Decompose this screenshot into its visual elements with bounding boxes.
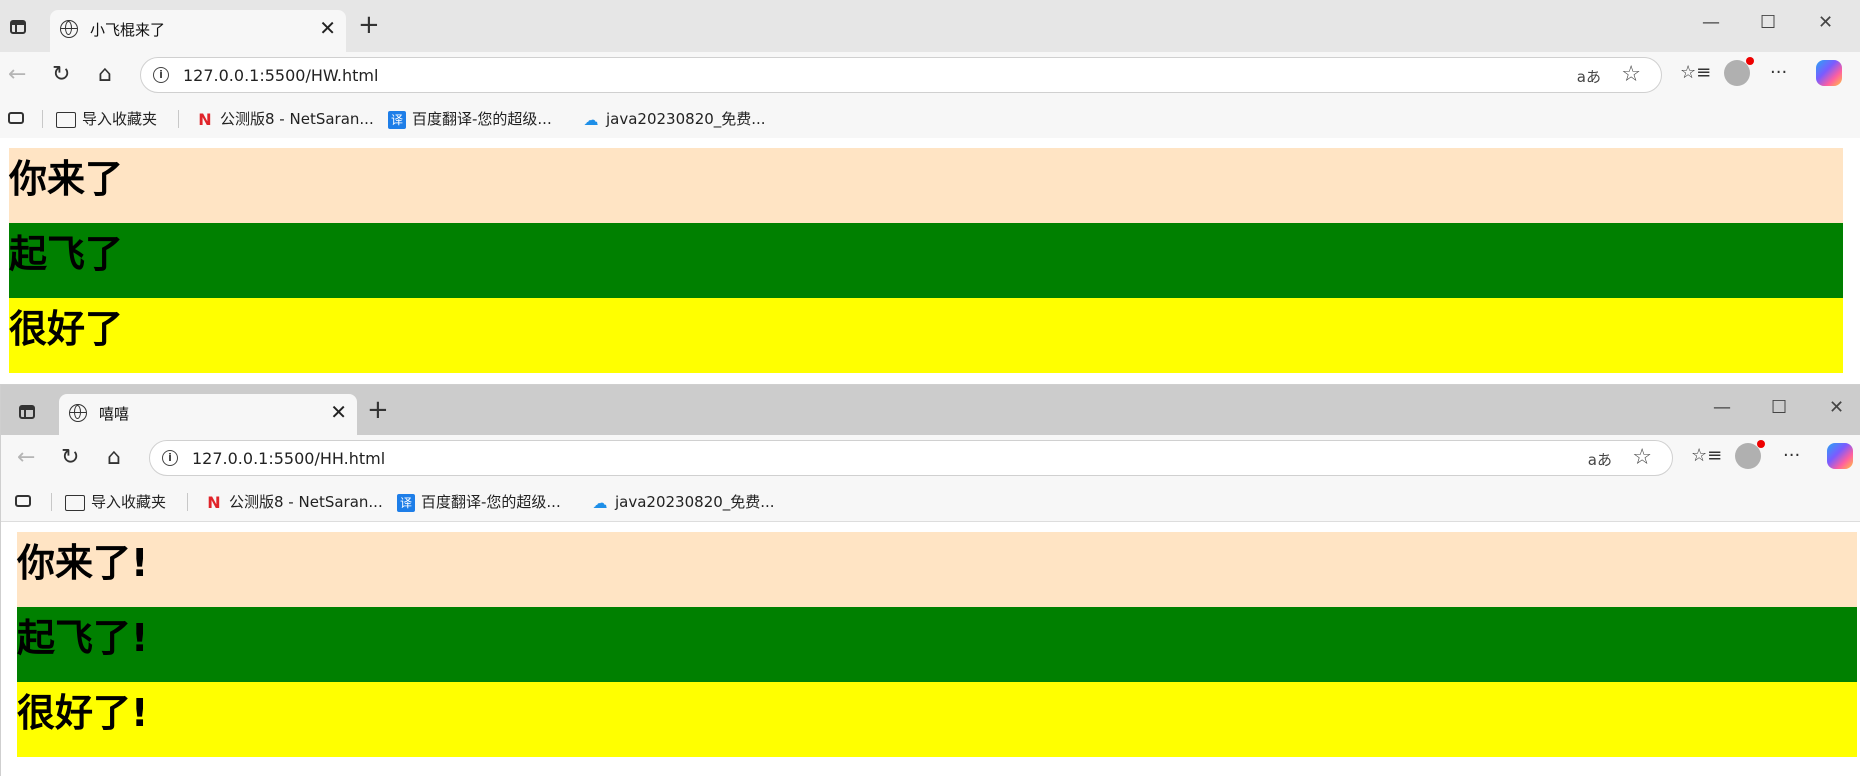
heading-2: 起飞了! (17, 616, 149, 660)
heading-1: 你来了 (9, 157, 124, 201)
tab-close-icon[interactable]: ✕ (330, 400, 347, 424)
back-icon[interactable]: ← (8, 62, 26, 87)
address-url[interactable]: 127.0.0.1:5500/HH.html (192, 449, 385, 468)
cloud-icon: ☁ (592, 493, 608, 512)
address-bar[interactable]: i 127.0.0.1:5500/HH.html aあ ☆ (149, 440, 1673, 476)
profile-avatar[interactable] (1735, 440, 1765, 469)
bookmark-label: 公测版8 - NetSaran... (229, 493, 383, 511)
bookmark-netsarang[interactable]: N 公测版8 - NetSaran... (196, 108, 374, 129)
bookmarks-bar: 导入收藏夹 N 公测版8 - NetSaran... 译百度翻译-您的超级... … (1, 483, 1860, 519)
maximize-button[interactable]: ☐ (1760, 12, 1776, 33)
heading-band-1: 你来了! (17, 532, 1857, 607)
profile-avatar[interactable] (1724, 57, 1754, 86)
bookmark-baidu-translate[interactable]: 译百度翻译-您的超级... (388, 108, 552, 129)
address-url[interactable]: 127.0.0.1:5500/HW.html (183, 66, 378, 85)
heading-1: 你来了! (17, 541, 149, 585)
tab-actions-icon[interactable] (10, 20, 26, 34)
bookmark-label: 百度翻译-您的超级... (412, 110, 552, 128)
bookmark-label: 公测版8 - NetSaran... (220, 110, 374, 128)
address-bar[interactable]: i 127.0.0.1:5500/HW.html aあ ☆ (140, 57, 1662, 93)
read-aloud-icon[interactable]: aあ (1588, 449, 1612, 470)
bookmark-label: 导入收藏夹 (82, 110, 158, 128)
navigation-bar: ← ↻ ⌂ i 127.0.0.1:5500/HW.html aあ ☆ ☆≡ ·… (0, 52, 1860, 100)
favorites-icon[interactable]: ☆≡ (1680, 62, 1711, 83)
page-content: 你来了 起飞了 很好了 (0, 138, 1860, 384)
translate-icon: 译 (388, 110, 406, 129)
tab-bar: 嘻嘻 ✕ + — ☐ ✕ (1, 385, 1860, 435)
heading-3: 很好了 (9, 307, 124, 351)
tab-title: 嘻嘻 (99, 405, 130, 423)
folder-icon (56, 111, 76, 128)
bookmarks-divider (187, 493, 188, 511)
globe-icon (69, 404, 87, 422)
tab-active[interactable]: 小飞棍来了 ✕ (50, 10, 346, 52)
new-tab-button[interactable]: + (358, 10, 380, 40)
copilot-icon[interactable] (1827, 443, 1853, 469)
page-content: 你来了! 起飞了! 很好了! (1, 521, 1860, 776)
heading-band-2: 起飞了! (17, 607, 1857, 682)
bookmark-java[interactable]: ☁ java20230820_免费... (591, 491, 775, 512)
globe-icon (60, 20, 78, 38)
reload-icon[interactable]: ↻ (61, 445, 79, 470)
site-info-icon[interactable]: i (153, 67, 169, 83)
favorite-star-icon[interactable]: ☆ (1621, 62, 1641, 87)
heading-3: 很好了! (17, 691, 149, 735)
heading-band-3: 很好了! (17, 682, 1857, 757)
bookmark-import[interactable]: 导入收藏夹 (56, 108, 157, 129)
minimize-button[interactable]: — (1713, 397, 1731, 418)
new-tab-button[interactable]: + (367, 395, 389, 425)
favorites-icon[interactable]: ☆≡ (1691, 445, 1722, 466)
bookmark-label: java20230820_免费... (606, 110, 766, 128)
translate-icon: 译 (397, 493, 415, 512)
maximize-button[interactable]: ☐ (1771, 397, 1787, 418)
bookmark-label: 百度翻译-您的超级... (421, 493, 561, 511)
browser-window-top: 小飞棍来了 ✕ + — ☐ ✕ ← ↻ ⌂ i 127.0.0.1:5500/H… (0, 0, 1860, 384)
bookmarks-divider (178, 110, 179, 128)
bookmarks-divider (42, 110, 43, 128)
bookmark-netsarang[interactable]: N 公测版8 - NetSaran... (205, 491, 383, 512)
bookmark-baidu-translate[interactable]: 译百度翻译-您的超级... (397, 491, 561, 512)
minimize-button[interactable]: — (1702, 12, 1720, 33)
heading-band-1: 你来了 (9, 148, 1843, 223)
heading-band-3: 很好了 (9, 298, 1843, 373)
bookmarks-collapse-icon[interactable] (15, 495, 31, 507)
tab-title: 小飞棍来了 (90, 21, 166, 39)
bookmark-label: 导入收藏夹 (91, 493, 167, 511)
home-icon[interactable]: ⌂ (107, 445, 121, 470)
read-aloud-icon[interactable]: aあ (1577, 66, 1601, 87)
bookmarks-bar: 导入收藏夹 N 公测版8 - NetSaran... 译百度翻译-您的超级... … (0, 100, 1860, 136)
bookmarks-divider (51, 493, 52, 511)
bookmark-import[interactable]: 导入收藏夹 (65, 491, 166, 512)
navigation-bar: ← ↻ ⌂ i 127.0.0.1:5500/HH.html aあ ☆ ☆≡ ·… (1, 435, 1860, 483)
bookmark-java[interactable]: ☁ java20230820_免费... (582, 108, 766, 129)
netsarang-icon: N (207, 492, 221, 512)
more-icon[interactable]: ··· (1770, 62, 1787, 83)
copilot-icon[interactable] (1816, 60, 1842, 86)
reload-icon[interactable]: ↻ (52, 62, 70, 87)
site-info-icon[interactable]: i (162, 450, 178, 466)
heading-2: 起飞了 (9, 232, 124, 276)
bookmarks-collapse-icon[interactable] (8, 112, 24, 124)
netsarang-icon: N (198, 109, 212, 129)
tab-active[interactable]: 嘻嘻 ✕ (59, 394, 357, 435)
tab-bar: 小飞棍来了 ✕ + — ☐ ✕ (0, 0, 1860, 52)
tab-actions-icon[interactable] (19, 405, 35, 419)
home-icon[interactable]: ⌂ (98, 62, 112, 87)
more-icon[interactable]: ··· (1783, 445, 1800, 466)
browser-window-bottom: 嘻嘻 ✕ + — ☐ ✕ ← ↻ ⌂ i 127.0.0.1:5500/HH.h… (0, 384, 1860, 776)
favorite-star-icon[interactable]: ☆ (1632, 445, 1652, 470)
heading-band-2: 起飞了 (9, 223, 1843, 298)
window-close-button[interactable]: ✕ (1829, 397, 1844, 418)
window-close-button[interactable]: ✕ (1818, 12, 1833, 33)
bookmark-label: java20230820_免费... (615, 493, 775, 511)
tab-close-icon[interactable]: ✕ (319, 16, 336, 40)
folder-icon (65, 494, 85, 511)
back-icon[interactable]: ← (17, 445, 35, 470)
cloud-icon: ☁ (583, 110, 599, 129)
